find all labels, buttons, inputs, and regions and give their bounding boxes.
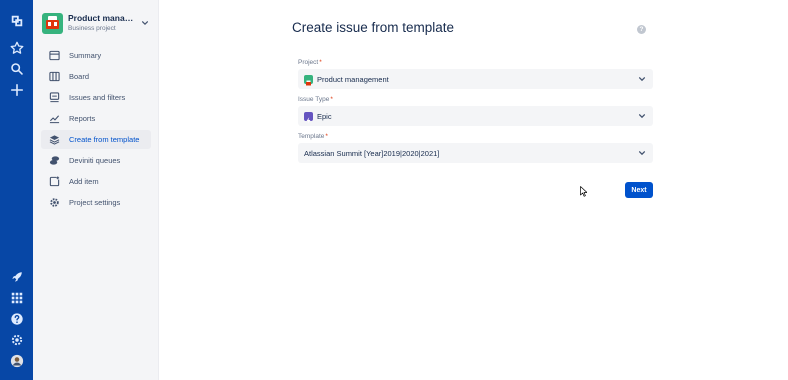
jira-logo-icon[interactable] xyxy=(8,12,25,29)
project-avatar-icon xyxy=(304,74,313,85)
sidebar-item-label: Board xyxy=(69,72,90,81)
star-icon[interactable] xyxy=(8,39,25,56)
chevron-down-icon xyxy=(638,75,646,83)
project-type: Business project xyxy=(68,25,116,32)
app-switcher-icon[interactable] xyxy=(8,289,25,306)
plus-icon[interactable] xyxy=(8,81,25,98)
sidebar-item-summary[interactable]: Summary xyxy=(41,46,151,65)
mouse-cursor-icon xyxy=(580,186,587,197)
sidebar-item-add-item[interactable]: Add item xyxy=(41,172,151,191)
sidebar-item-deviniti-queues[interactable]: Deviniti queues xyxy=(41,151,151,170)
next-button[interactable]: Next xyxy=(625,182,653,198)
chevron-down-icon xyxy=(638,149,646,157)
project-name: Product manage… xyxy=(68,13,134,23)
search-icon[interactable] xyxy=(8,60,25,77)
rocket-icon[interactable] xyxy=(8,268,25,285)
help-icon[interactable]: ? xyxy=(637,25,646,34)
global-navigation xyxy=(0,0,33,380)
user-avatar[interactable] xyxy=(8,352,25,369)
project-field-label: Project* xyxy=(298,59,322,66)
settings-icon[interactable] xyxy=(8,331,25,348)
project-select[interactable]: Product management xyxy=(298,69,653,89)
template-icon xyxy=(49,134,60,145)
gear-icon xyxy=(49,197,60,208)
sidebar-item-label: Create from template xyxy=(69,135,140,144)
sidebar-item-reports[interactable]: Reports xyxy=(41,109,151,128)
help-icon[interactable] xyxy=(8,310,25,327)
chevron-down-icon xyxy=(638,112,646,120)
template-field-label: Template* xyxy=(298,133,328,140)
project-avatar xyxy=(42,12,63,34)
sidebar-item-board[interactable]: Board xyxy=(41,67,151,86)
template-select[interactable]: Atlassian Summit [Year]2019|2020|2021] xyxy=(298,143,653,163)
sidebar-item-label: Summary xyxy=(69,51,102,60)
chevron-down-icon xyxy=(140,19,149,28)
sidebar-item-issues[interactable]: Issues and filters xyxy=(41,88,151,107)
issue-type-select[interactable]: Epic xyxy=(298,106,653,126)
sidebar-item-label: Issues and filters xyxy=(69,93,126,102)
project-sidebar: Product manage… Business project Summary… xyxy=(33,0,159,380)
board-icon xyxy=(49,71,60,82)
project-select-value: Product management xyxy=(317,74,389,84)
reports-icon xyxy=(49,113,60,124)
issues-icon xyxy=(49,92,60,103)
sidebar-item-project-settings[interactable]: Project settings xyxy=(41,193,151,212)
project-switcher[interactable]: Product manage… Business project xyxy=(42,10,154,36)
issue-type-select-value: Epic xyxy=(317,111,332,121)
sidebar-item-label: Project settings xyxy=(69,198,121,207)
epic-icon xyxy=(304,111,313,124)
sidebar-item-label: Add item xyxy=(69,177,99,186)
sidebar-item-label: Reports xyxy=(69,114,96,123)
template-select-value: Atlassian Summit [Year]2019|2020|2021] xyxy=(304,148,440,158)
issue-type-field-label: Issue Type* xyxy=(298,96,333,103)
sidebar-item-label: Deviniti queues xyxy=(69,156,121,165)
summary-icon xyxy=(49,50,60,61)
queues-icon xyxy=(49,155,60,166)
page-title: Create issue from template xyxy=(292,20,455,35)
add-item-icon xyxy=(49,176,60,187)
sidebar-item-create-from-template[interactable]: Create from template xyxy=(41,130,151,149)
